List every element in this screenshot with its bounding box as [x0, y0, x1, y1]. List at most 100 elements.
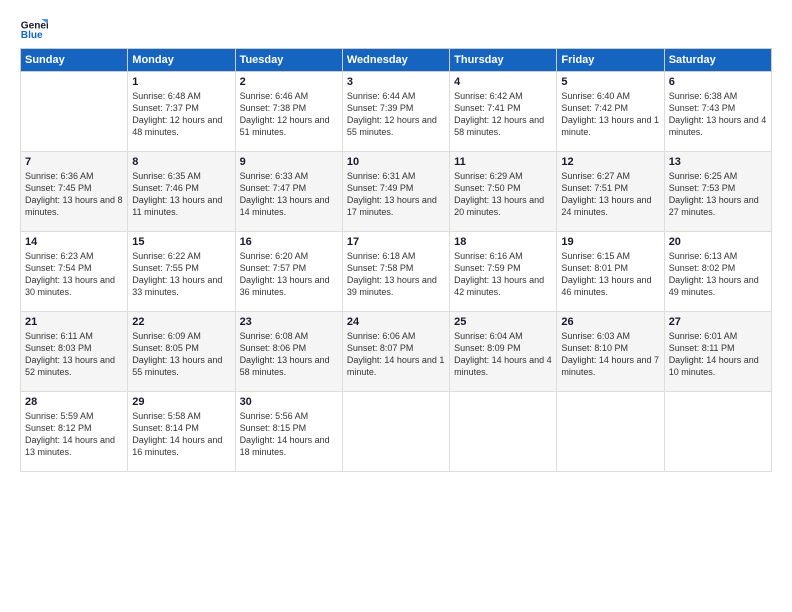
day-detail: Sunrise: 6:23 AM Sunset: 7:54 PM Dayligh… [25, 250, 123, 299]
header-saturday: Saturday [664, 49, 771, 72]
day-number: 2 [240, 76, 338, 88]
day-detail: Sunrise: 6:35 AM Sunset: 7:46 PM Dayligh… [132, 170, 230, 219]
day-number: 16 [240, 236, 338, 248]
day-cell: 1 Sunrise: 6:48 AM Sunset: 7:37 PM Daylig… [128, 72, 235, 152]
day-detail: Sunrise: 5:56 AM Sunset: 8:15 PM Dayligh… [240, 410, 338, 459]
logo-icon: General Blue [20, 16, 48, 44]
day-number: 1 [132, 76, 230, 88]
day-cell: 18 Sunrise: 6:16 AM Sunset: 7:59 PM Dayli… [450, 232, 557, 312]
day-detail: Sunrise: 6:27 AM Sunset: 7:51 PM Dayligh… [561, 170, 659, 219]
day-cell: 16 Sunrise: 6:20 AM Sunset: 7:57 PM Dayli… [235, 232, 342, 312]
header-row: General Blue [20, 16, 772, 44]
day-number: 26 [561, 316, 659, 328]
day-cell: 2 Sunrise: 6:46 AM Sunset: 7:38 PM Daylig… [235, 72, 342, 152]
day-cell: 21 Sunrise: 6:11 AM Sunset: 8:03 PM Dayli… [21, 312, 128, 392]
day-number: 5 [561, 76, 659, 88]
day-detail: Sunrise: 6:31 AM Sunset: 7:49 PM Dayligh… [347, 170, 445, 219]
day-detail: Sunrise: 6:20 AM Sunset: 7:57 PM Dayligh… [240, 250, 338, 299]
day-number: 22 [132, 316, 230, 328]
day-cell: 9 Sunrise: 6:33 AM Sunset: 7:47 PM Daylig… [235, 152, 342, 232]
day-number: 4 [454, 76, 552, 88]
day-number: 28 [25, 396, 123, 408]
day-number: 10 [347, 156, 445, 168]
week-row-5: 28 Sunrise: 5:59 AM Sunset: 8:12 PM Dayli… [21, 392, 772, 472]
day-number: 7 [25, 156, 123, 168]
day-detail: Sunrise: 6:44 AM Sunset: 7:39 PM Dayligh… [347, 90, 445, 139]
day-number: 15 [132, 236, 230, 248]
day-cell: 27 Sunrise: 6:01 AM Sunset: 8:11 PM Dayli… [664, 312, 771, 392]
day-number: 27 [669, 316, 767, 328]
day-cell: 28 Sunrise: 5:59 AM Sunset: 8:12 PM Dayli… [21, 392, 128, 472]
day-number: 23 [240, 316, 338, 328]
day-number: 21 [25, 316, 123, 328]
day-number: 19 [561, 236, 659, 248]
day-number: 11 [454, 156, 552, 168]
day-detail: Sunrise: 6:40 AM Sunset: 7:42 PM Dayligh… [561, 90, 659, 139]
day-cell: 10 Sunrise: 6:31 AM Sunset: 7:49 PM Dayli… [342, 152, 449, 232]
header-tuesday: Tuesday [235, 49, 342, 72]
day-number: 8 [132, 156, 230, 168]
day-cell: 14 Sunrise: 6:23 AM Sunset: 7:54 PM Dayli… [21, 232, 128, 312]
day-number: 14 [25, 236, 123, 248]
week-row-3: 14 Sunrise: 6:23 AM Sunset: 7:54 PM Dayli… [21, 232, 772, 312]
day-detail: Sunrise: 6:04 AM Sunset: 8:09 PM Dayligh… [454, 330, 552, 379]
day-cell: 22Sunrise: 6:09 AM Sunset: 8:05 PM Dayli… [128, 312, 235, 392]
day-detail: Sunrise: 6:03 AM Sunset: 8:10 PM Dayligh… [561, 330, 659, 379]
header-thursday: Thursday [450, 49, 557, 72]
day-cell: 7 Sunrise: 6:36 AM Sunset: 7:45 PM Daylig… [21, 152, 128, 232]
svg-text:Blue: Blue [21, 30, 43, 41]
day-number: 6 [669, 76, 767, 88]
day-number: 24 [347, 316, 445, 328]
week-row-2: 7 Sunrise: 6:36 AM Sunset: 7:45 PM Daylig… [21, 152, 772, 232]
day-number: 25 [454, 316, 552, 328]
day-cell [664, 392, 771, 472]
day-cell: 26 Sunrise: 6:03 AM Sunset: 8:10 PM Dayli… [557, 312, 664, 392]
header-row-table: SundayMondayTuesdayWednesdayThursdayFrid… [21, 49, 772, 72]
logo: General Blue [20, 16, 52, 44]
week-row-4: 21 Sunrise: 6:11 AM Sunset: 8:03 PM Dayli… [21, 312, 772, 392]
day-detail: Sunrise: 6:18 AM Sunset: 7:58 PM Dayligh… [347, 250, 445, 299]
day-cell: 13Sunrise: 6:25 AM Sunset: 7:53 PM Dayli… [664, 152, 771, 232]
day-detail: Sunrise: 5:59 AM Sunset: 8:12 PM Dayligh… [25, 410, 123, 459]
day-cell: 20Sunrise: 6:13 AM Sunset: 8:02 PM Dayli… [664, 232, 771, 312]
day-cell: 8 Sunrise: 6:35 AM Sunset: 7:46 PM Daylig… [128, 152, 235, 232]
main-container: General Blue SundayMondayTuesdayWednesda… [0, 0, 792, 482]
day-number: 9 [240, 156, 338, 168]
day-detail: Sunrise: 5:58 AM Sunset: 8:14 PM Dayligh… [132, 410, 230, 459]
day-detail: Sunrise: 6:38 AM Sunset: 7:43 PM Dayligh… [669, 90, 767, 139]
day-cell: 29Sunrise: 5:58 AM Sunset: 8:14 PM Dayli… [128, 392, 235, 472]
day-detail: Sunrise: 6:13 AM Sunset: 8:02 PM Dayligh… [669, 250, 767, 299]
day-cell: 11 Sunrise: 6:29 AM Sunset: 7:50 PM Dayli… [450, 152, 557, 232]
day-detail: Sunrise: 6:11 AM Sunset: 8:03 PM Dayligh… [25, 330, 123, 379]
day-detail: Sunrise: 6:33 AM Sunset: 7:47 PM Dayligh… [240, 170, 338, 219]
day-cell [342, 392, 449, 472]
day-number: 13 [669, 156, 767, 168]
day-detail: Sunrise: 6:48 AM Sunset: 7:37 PM Dayligh… [132, 90, 230, 139]
day-detail: Sunrise: 6:08 AM Sunset: 8:06 PM Dayligh… [240, 330, 338, 379]
day-cell: 23 Sunrise: 6:08 AM Sunset: 8:06 PM Dayli… [235, 312, 342, 392]
day-number: 3 [347, 76, 445, 88]
day-detail: Sunrise: 6:15 AM Sunset: 8:01 PM Dayligh… [561, 250, 659, 299]
day-cell: 15 Sunrise: 6:22 AM Sunset: 7:55 PM Dayli… [128, 232, 235, 312]
day-number: 17 [347, 236, 445, 248]
day-number: 30 [240, 396, 338, 408]
day-detail: Sunrise: 6:42 AM Sunset: 7:41 PM Dayligh… [454, 90, 552, 139]
day-detail: Sunrise: 6:01 AM Sunset: 8:11 PM Dayligh… [669, 330, 767, 379]
day-cell: 5 Sunrise: 6:40 AM Sunset: 7:42 PM Daylig… [557, 72, 664, 152]
day-detail: Sunrise: 6:16 AM Sunset: 7:59 PM Dayligh… [454, 250, 552, 299]
day-cell: 19 Sunrise: 6:15 AM Sunset: 8:01 PM Dayli… [557, 232, 664, 312]
day-detail: Sunrise: 6:46 AM Sunset: 7:38 PM Dayligh… [240, 90, 338, 139]
header-wednesday: Wednesday [342, 49, 449, 72]
day-number: 18 [454, 236, 552, 248]
day-detail: Sunrise: 6:29 AM Sunset: 7:50 PM Dayligh… [454, 170, 552, 219]
header-monday: Monday [128, 49, 235, 72]
day-detail: Sunrise: 6:22 AM Sunset: 7:55 PM Dayligh… [132, 250, 230, 299]
day-detail: Sunrise: 6:06 AM Sunset: 8:07 PM Dayligh… [347, 330, 445, 379]
day-cell [450, 392, 557, 472]
day-cell: 6 Sunrise: 6:38 AM Sunset: 7:43 PM Daylig… [664, 72, 771, 152]
header-sunday: Sunday [21, 49, 128, 72]
day-detail: Sunrise: 6:36 AM Sunset: 7:45 PM Dayligh… [25, 170, 123, 219]
day-cell: 3 Sunrise: 6:44 AM Sunset: 7:39 PM Daylig… [342, 72, 449, 152]
day-cell: 24 Sunrise: 6:06 AM Sunset: 8:07 PM Dayli… [342, 312, 449, 392]
day-cell: 25 Sunrise: 6:04 AM Sunset: 8:09 PM Dayli… [450, 312, 557, 392]
